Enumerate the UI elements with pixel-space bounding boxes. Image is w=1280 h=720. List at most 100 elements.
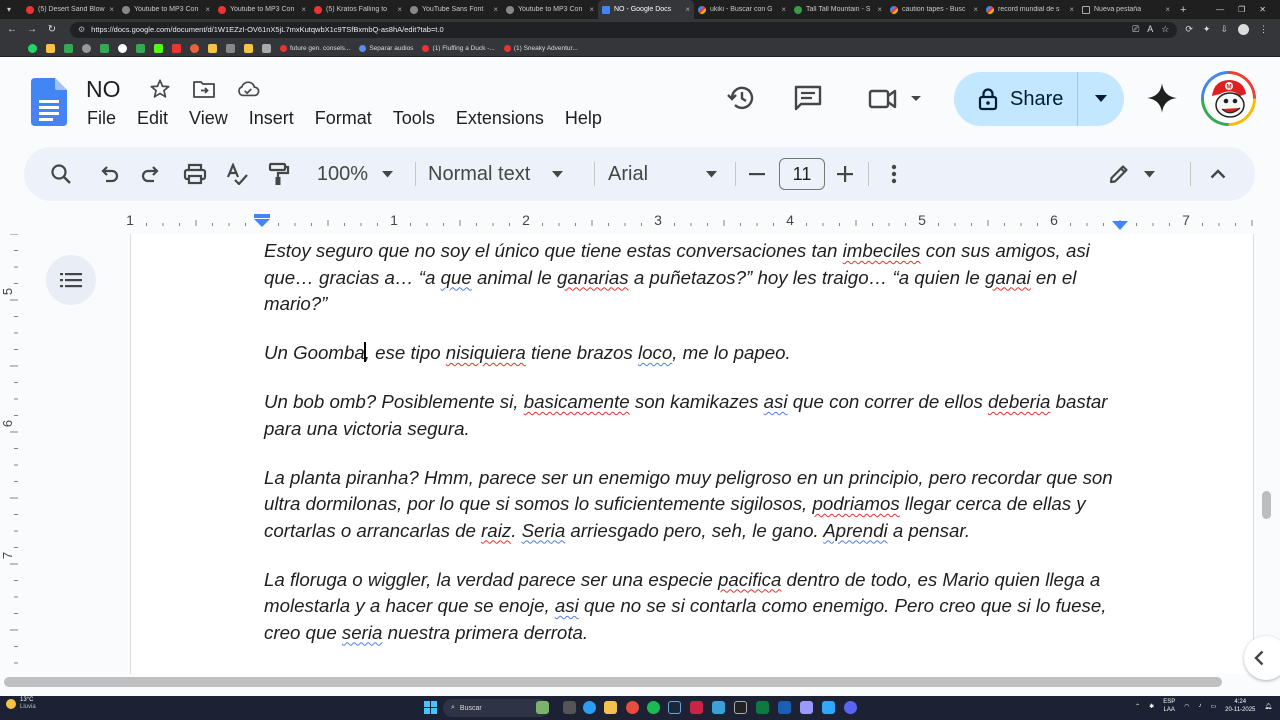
close-tab-icon[interactable]: ×: [397, 5, 402, 14]
bookmark-icon[interactable]: [244, 43, 253, 53]
tab-search-menu[interactable]: ▾: [0, 0, 22, 19]
misspelled-word[interactable]: deberia: [988, 391, 1050, 412]
misspelled-word[interactable]: basicamente: [524, 391, 630, 412]
word-icon[interactable]: [778, 701, 791, 714]
zoom-select[interactable]: 100%: [310, 147, 400, 201]
browser-tab[interactable]: YouTube Sans Font ×: [406, 0, 502, 19]
app-icon[interactable]: [690, 701, 703, 714]
close-window-icon[interactable]: ✕: [1259, 5, 1266, 14]
chrome-icon[interactable]: [626, 701, 639, 714]
bookmark-item[interactable]: future gen. consels...: [280, 44, 350, 52]
user-avatar[interactable]: M: [1201, 71, 1256, 126]
battery-icon[interactable]: ▭: [1210, 703, 1216, 710]
sheets-bookmark-icon[interactable]: [136, 43, 145, 53]
close-tab-icon[interactable]: ×: [973, 5, 978, 14]
grammar-suggestion[interactable]: Seria: [522, 520, 566, 541]
back-icon[interactable]: ←: [6, 24, 18, 35]
browser-tab[interactable]: Youtube to MP3 Con ×: [502, 0, 598, 19]
close-tab-icon[interactable]: ×: [493, 5, 498, 14]
language-indicator[interactable]: ESP LAA: [1163, 698, 1175, 714]
version-history-icon[interactable]: [726, 84, 756, 112]
wifi-icon[interactable]: ◠: [1184, 703, 1189, 710]
weather-widget[interactable]: 13°C Lluvia: [6, 697, 36, 711]
misspelled-word[interactable]: ganarias: [557, 267, 629, 288]
task-view-icon[interactable]: [563, 701, 576, 714]
extension-icon[interactable]: ⟳: [1185, 24, 1193, 35]
browser-tab-active[interactable]: NO - Google Docs ×: [598, 0, 694, 19]
menu-insert[interactable]: Insert: [249, 108, 294, 129]
reload-icon[interactable]: ↻: [46, 24, 58, 35]
close-tab-icon[interactable]: ×: [1069, 5, 1074, 14]
translate-icon[interactable]: A: [1147, 24, 1153, 35]
close-tab-icon[interactable]: ×: [205, 5, 210, 14]
maximize-icon[interactable]: ❐: [1238, 5, 1245, 14]
print-button[interactable]: [180, 147, 210, 201]
hide-menus-button[interactable]: [1204, 147, 1232, 201]
star-icon[interactable]: [148, 78, 172, 100]
gemini-sparkle-icon[interactable]: [1146, 82, 1178, 114]
close-tab-icon[interactable]: ×: [877, 5, 882, 14]
browser-tab[interactable]: ukiki - Buscar con G ×: [694, 0, 790, 19]
close-tab-icon[interactable]: ×: [109, 5, 114, 14]
undo-button[interactable]: [94, 147, 124, 201]
show-side-panel-button[interactable]: [1244, 636, 1280, 680]
taskbar-search[interactable]: ⌕ Buscar: [443, 699, 549, 717]
cloud-saved-icon[interactable]: [236, 78, 260, 100]
bookmark-item[interactable]: Separar audios: [359, 44, 413, 52]
excel-icon[interactable]: [756, 701, 769, 714]
decrease-font-size-button[interactable]: [746, 147, 768, 201]
grammar-suggestion[interactable]: que: [441, 267, 472, 288]
browser-tab[interactable]: caution tapes - Busc ×: [886, 0, 982, 19]
close-tab-icon[interactable]: ×: [301, 5, 306, 14]
puzzle-bookmark-icon[interactable]: [64, 43, 73, 53]
misspelled-word[interactable]: raiz: [481, 520, 511, 541]
document-body[interactable]: Estoy seguro que no soy el único que tie…: [264, 238, 1124, 669]
browser-tab[interactable]: Tall Tall Mountain - S ×: [790, 0, 886, 19]
sheets-bookmark-icon[interactable]: [100, 43, 109, 53]
whatsapp-icon[interactable]: [28, 43, 37, 53]
menu-help[interactable]: Help: [565, 108, 602, 129]
more-options-button[interactable]: [882, 147, 906, 201]
premiere-icon[interactable]: [800, 701, 813, 714]
close-tab-icon[interactable]: ×: [589, 5, 594, 14]
volume-icon[interactable]: ♪: [1198, 703, 1201, 709]
grammar-suggestion[interactable]: asi: [555, 595, 579, 616]
left-indent-marker-icon[interactable]: [253, 214, 271, 228]
share-main-button[interactable]: Share: [954, 72, 1078, 126]
paragraph-style-select[interactable]: Normal text: [428, 147, 574, 201]
ring-bookmark-icon[interactable]: [190, 43, 199, 53]
move-folder-icon[interactable]: [192, 78, 216, 100]
site-info-icon[interactable]: ⚙: [78, 25, 85, 34]
bookmark-icon[interactable]: [208, 43, 217, 53]
capcut-icon[interactable]: [734, 701, 747, 714]
font-size-input[interactable]: 11: [779, 158, 825, 190]
misspelled-word[interactable]: ganai: [985, 267, 1031, 288]
bookmark-item[interactable]: (1) Sneaky Adventur...: [503, 44, 578, 52]
vertical-scrollbar-thumb[interactable]: [1262, 491, 1271, 519]
photoshop-icon[interactable]: [822, 701, 835, 714]
close-tab-icon[interactable]: ×: [781, 5, 786, 14]
misspelled-word[interactable]: pacifica: [718, 569, 781, 590]
extensions-puzzle-icon[interactable]: ✦: [1203, 24, 1211, 35]
forward-icon[interactable]: →: [26, 24, 38, 35]
share-dropdown-button[interactable]: [1078, 95, 1124, 103]
misspelled-word[interactable]: nisiquiera: [446, 342, 526, 363]
browser-tab[interactable]: (5) Desert Sand Blow ×: [22, 0, 118, 19]
address-bar[interactable]: ⚙ https://docs.google.com/document/d/1W1…: [70, 21, 1178, 38]
menu-format[interactable]: Format: [315, 108, 372, 129]
notifications-icon[interactable]: 🔔︎: [1264, 703, 1272, 710]
menu-tools[interactable]: Tools: [393, 108, 435, 129]
browser-tab[interactable]: Nueva pestaña ×: [1078, 0, 1174, 19]
bookmark-star-icon[interactable]: ☆: [1161, 24, 1169, 35]
bookmark-icon[interactable]: [262, 43, 271, 53]
circle-bookmark-icon[interactable]: [82, 43, 91, 53]
meet-video-icon[interactable]: [866, 86, 922, 112]
grammar-suggestion[interactable]: seria: [342, 622, 383, 643]
browser-tab[interactable]: Youtube to MP3 Con ×: [118, 0, 214, 19]
discord-icon[interactable]: [844, 701, 857, 714]
editing-mode-select[interactable]: [1106, 147, 1156, 201]
menu-file[interactable]: File: [87, 108, 116, 129]
close-tab-icon[interactable]: ×: [1165, 5, 1170, 14]
grammar-suggestion[interactable]: asi: [764, 391, 788, 412]
horizontal-scrollbar-thumb[interactable]: [4, 677, 1222, 687]
